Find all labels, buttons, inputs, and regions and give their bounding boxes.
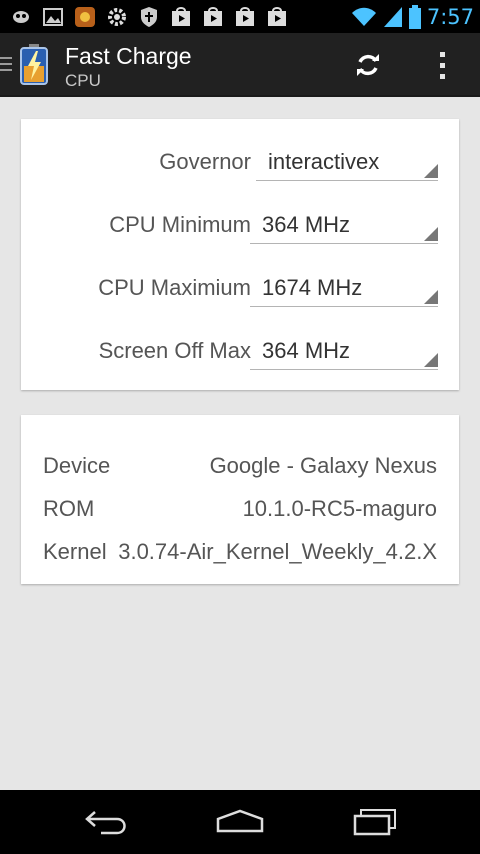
recent-apps-icon bbox=[353, 809, 396, 836]
rom-row: ROM 10.1.0-RC5-maguro bbox=[21, 496, 459, 526]
screen-off-max-label: Screen Off Max bbox=[98, 338, 251, 363]
recent-apps-button[interactable] bbox=[343, 804, 407, 840]
refresh-icon bbox=[357, 54, 379, 76]
app-subtitle: CPU bbox=[65, 71, 101, 90]
cpu-maximum-value: 1674 MHz bbox=[262, 275, 363, 300]
signal-icon bbox=[383, 7, 402, 27]
settings-icon bbox=[106, 6, 128, 28]
screen-off-max-row: Screen Off Max 364 MHz bbox=[21, 326, 459, 376]
dropdown-arrow-icon bbox=[424, 353, 438, 367]
home-button[interactable] bbox=[208, 804, 272, 840]
gallery-icon bbox=[42, 6, 64, 28]
play-store-icon bbox=[234, 6, 256, 28]
notification-icons bbox=[10, 6, 288, 28]
device-row: Device Google - Galaxy Nexus bbox=[21, 453, 459, 483]
wifi-icon bbox=[351, 7, 376, 26]
screen-off-max-value: 364 MHz bbox=[262, 338, 351, 363]
back-icon bbox=[85, 811, 126, 835]
governor-value: interactivex bbox=[268, 149, 380, 174]
device-value: Google - Galaxy Nexus bbox=[209, 453, 437, 478]
governor-spinner[interactable]: interactivex bbox=[256, 143, 438, 181]
system-status-icons: 7:57 bbox=[351, 2, 474, 32]
kernel-value: 3.0.74-Air_Kernel_Weekly_4.2.X bbox=[118, 539, 437, 564]
cpu-maximum-label: CPU Maximium bbox=[98, 275, 251, 300]
rom-value: 10.1.0-RC5-maguro bbox=[242, 496, 437, 521]
back-button[interactable] bbox=[75, 804, 139, 840]
governor-row: Governor interactivex bbox=[21, 137, 459, 187]
dropdown-arrow-icon bbox=[424, 164, 438, 178]
cpu-settings-card: Governor interactivex CPU Minimum 364 MH… bbox=[21, 119, 459, 390]
clock: 7:57 bbox=[426, 5, 474, 29]
screen-off-max-spinner[interactable]: 364 MHz bbox=[250, 332, 438, 370]
home-icon bbox=[216, 809, 264, 833]
action-bar: Fast Charge CPU bbox=[0, 33, 480, 97]
refresh-button[interactable] bbox=[350, 47, 386, 83]
play-store-icon bbox=[202, 6, 224, 28]
rom-label: ROM bbox=[43, 496, 95, 521]
play-store-icon bbox=[170, 6, 192, 28]
cpu-minimum-label: CPU Minimum bbox=[109, 212, 251, 237]
app-title: Fast Charge bbox=[65, 43, 192, 69]
status-bar: 7:57 bbox=[0, 0, 480, 33]
cpu-minimum-row: CPU Minimum 364 MHz bbox=[21, 200, 459, 250]
kernel-label: Kernel bbox=[43, 539, 107, 564]
shield-icon bbox=[138, 6, 160, 28]
cpu-maximum-spinner[interactable]: 1674 MHz bbox=[250, 269, 438, 307]
battery-icon bbox=[408, 5, 421, 29]
nav-drawer-icon[interactable] bbox=[0, 57, 12, 75]
dropdown-arrow-icon bbox=[424, 290, 438, 304]
device-info-card: Device Google - Galaxy Nexus ROM 10.1.0-… bbox=[21, 415, 459, 584]
cpu-minimum-value: 364 MHz bbox=[262, 212, 351, 237]
app-icon[interactable] bbox=[18, 42, 50, 86]
device-label: Device bbox=[43, 453, 111, 478]
widget-icon bbox=[74, 6, 96, 28]
dropdown-arrow-icon bbox=[424, 227, 438, 241]
governor-label: Governor bbox=[159, 149, 251, 174]
overflow-menu-icon[interactable] bbox=[428, 47, 456, 83]
navigation-bar bbox=[0, 790, 480, 854]
cpu-maximum-row: CPU Maximium 1674 MHz bbox=[21, 263, 459, 313]
app-notification-icon bbox=[10, 6, 32, 28]
kernel-row: Kernel 3.0.74-Air_Kernel_Weekly_4.2.X bbox=[21, 539, 459, 569]
cpu-minimum-spinner[interactable]: 364 MHz bbox=[250, 206, 438, 244]
play-store-icon bbox=[266, 6, 288, 28]
